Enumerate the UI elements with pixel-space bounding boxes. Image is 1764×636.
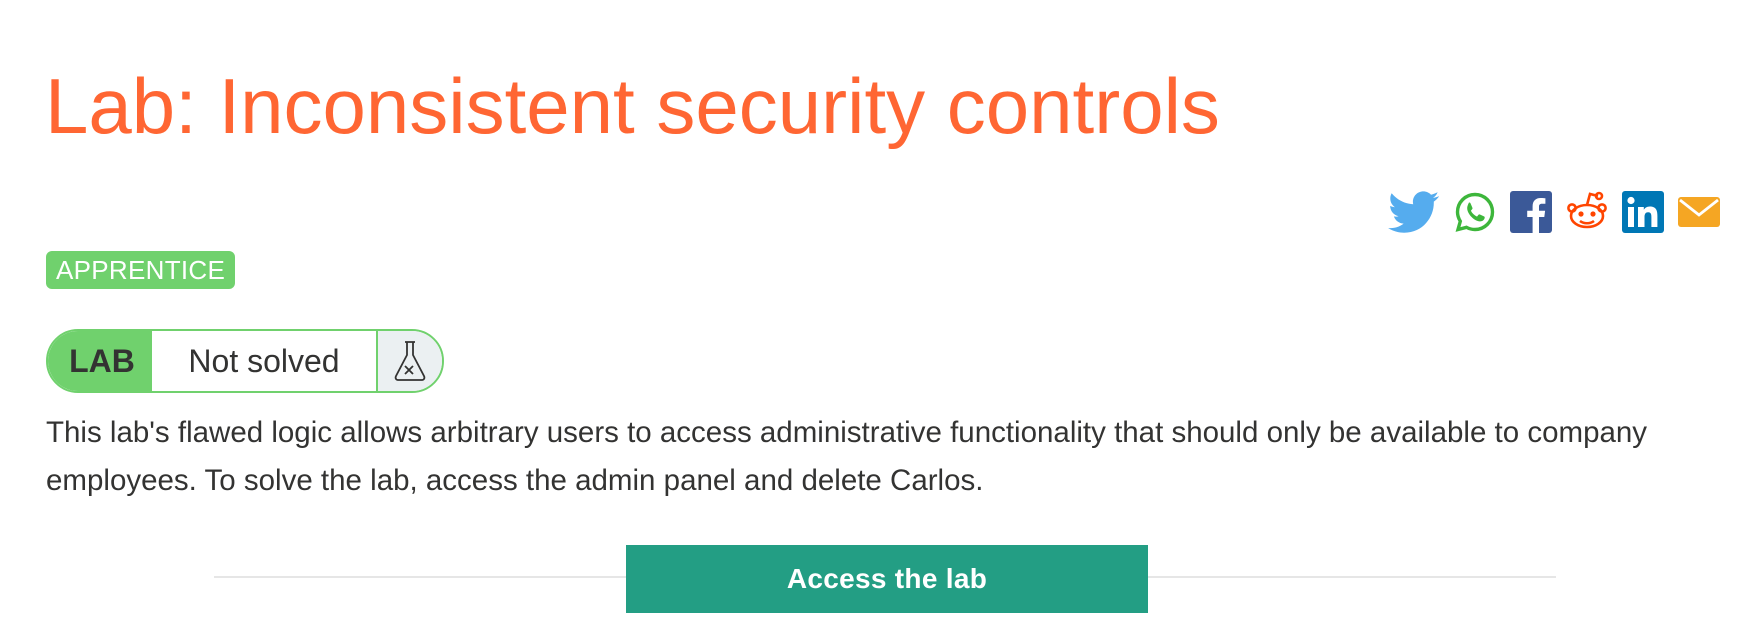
linkedin-icon[interactable] (1622, 191, 1664, 233)
email-icon[interactable] (1678, 191, 1720, 233)
lab-solved-status: Not solved (152, 331, 378, 391)
lab-description: This lab's flawed logic allows arbitrary… (46, 416, 1648, 497)
access-lab-button[interactable]: Access the lab (626, 545, 1148, 613)
page-title: Lab: Inconsistent security controls (45, 62, 1220, 150)
whatsapp-icon[interactable] (1454, 191, 1496, 233)
lab-page: Lab: Inconsistent security controls APPR… (0, 0, 1764, 636)
flask-icon (378, 331, 442, 391)
lab-status-widget: LAB Not solved (46, 329, 444, 393)
facebook-icon[interactable] (1510, 191, 1552, 233)
twitter-icon[interactable] (1388, 191, 1440, 233)
share-bar (1388, 190, 1720, 234)
level-badge: APPRENTICE (46, 251, 236, 289)
reddit-icon[interactable] (1566, 191, 1608, 233)
lab-tag: LAB (48, 331, 152, 391)
